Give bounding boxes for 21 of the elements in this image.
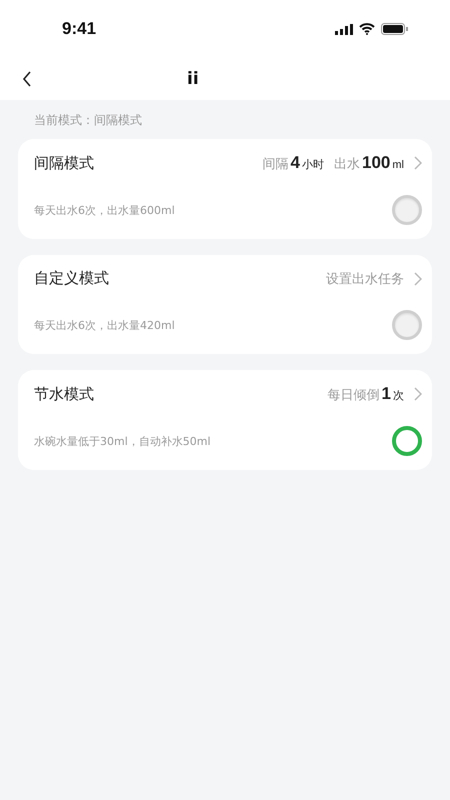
battery-icon: [381, 23, 408, 35]
page-title: ii: [187, 69, 199, 89]
mode-description: 水碗水量低于30ml，自动补水50ml: [34, 434, 211, 448]
radio-button[interactable]: [392, 310, 422, 340]
mode-settings-link[interactable]: 间隔4小时 出水 100 ml: [254, 153, 422, 173]
back-button[interactable]: [22, 71, 32, 87]
mode-title: 间隔模式: [34, 154, 94, 172]
mode-title: 自定义模式: [34, 269, 109, 288]
mode-description: 每天出水6次，出水量600ml: [34, 202, 175, 218]
chevron-icon: [414, 156, 422, 170]
radio-button[interactable]: [392, 195, 422, 225]
current-mode-label: 当前模式：间隔模式: [33, 112, 143, 129]
chevron-icon: [414, 272, 422, 286]
mode-description: 每天出水6次，出水量420ml: [34, 318, 175, 332]
mode-title: 节水模式: [34, 384, 94, 404]
mode-settings-link[interactable]: 每日倾倒 1 次: [320, 384, 422, 404]
chevron-icon: [414, 387, 422, 401]
signal-icon: [335, 24, 353, 34]
radio-button[interactable]: [392, 426, 422, 456]
wifi-icon: [359, 23, 375, 35]
status-time: 9:41: [62, 19, 96, 39]
